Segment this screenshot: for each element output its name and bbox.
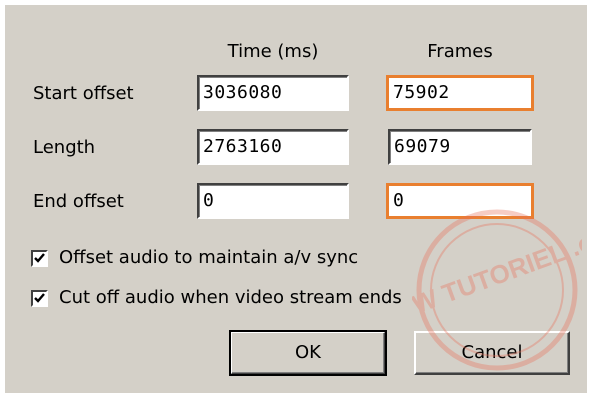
end-offset-time-input[interactable]: 0 <box>197 183 349 219</box>
ok-button[interactable]: OK <box>229 330 387 376</box>
check-mark-icon <box>34 293 45 303</box>
end-offset-label: End offset <box>33 191 124 212</box>
offset-audio-checkbox[interactable] <box>31 250 48 267</box>
start-offset-frames-input[interactable]: 75902 <box>386 75 534 111</box>
header-frames: Frames <box>427 41 493 62</box>
length-frames-input[interactable]: 69079 <box>388 129 532 165</box>
start-offset-label: Start offset <box>33 83 134 104</box>
check-mark-icon <box>34 253 45 263</box>
start-offset-time-input[interactable]: 3036080 <box>197 75 349 111</box>
watermark-stamp: WWW TUTORIEL .org <box>412 209 582 371</box>
length-time-input[interactable]: 2763160 <box>197 129 349 165</box>
cut-audio-checkbox[interactable] <box>31 290 48 307</box>
header-time: Time (ms) <box>227 41 319 62</box>
cut-audio-label[interactable]: Cut off audio when video stream ends <box>59 287 402 309</box>
length-label: Length <box>33 137 96 158</box>
offset-dialog: Time (ms) Frames Start offset 3036080 75… <box>5 5 587 393</box>
offset-audio-label[interactable]: Offset audio to maintain a/v sync <box>59 247 358 269</box>
